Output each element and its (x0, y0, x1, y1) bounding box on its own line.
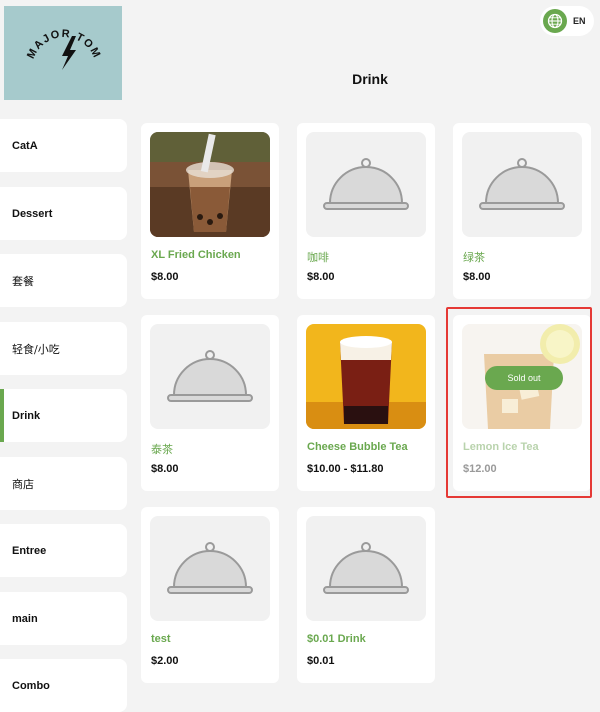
sidebar-item-label: main (12, 612, 38, 625)
logo-lightning-icon: MAJOR TOM (25, 28, 101, 70)
sidebar-item-label: Dessert (12, 207, 53, 220)
product-price: $8.00 (151, 271, 179, 283)
brand-logo: MAJOR TOM (4, 6, 122, 100)
product-name: 泰茶 (151, 443, 173, 456)
product-card[interactable]: 绿茶 $8.00 (453, 123, 591, 299)
product-name: test (151, 633, 171, 645)
product-image (150, 516, 270, 621)
sidebar-item-label: Drink (12, 409, 41, 422)
product-price: $8.00 (307, 271, 335, 283)
product-card[interactable]: test $2.00 (141, 507, 279, 683)
bubble-tea-photo-icon (150, 132, 270, 237)
product-image (306, 132, 426, 237)
product-card[interactable]: 咖啡 $8.00 (297, 123, 435, 299)
sidebar-item-drink[interactable]: Drink (0, 389, 127, 442)
page-title: Drink (352, 71, 388, 87)
language-label: EN (573, 16, 586, 26)
globe-icon (543, 9, 567, 33)
product-card-sold-out[interactable]: Sold out Lemon Ice Tea $12.00 (453, 315, 591, 491)
product-price: $8.00 (463, 271, 491, 283)
language-switch[interactable]: EN (540, 6, 594, 36)
sidebar-item-label: Combo (12, 679, 50, 692)
product-name: XL Fried Chicken (151, 249, 241, 261)
product-card[interactable]: 泰茶 $8.00 (141, 315, 279, 491)
sold-out-badge: Sold out (485, 366, 563, 390)
product-name: Lemon Ice Tea (463, 441, 539, 453)
sidebar-item-shop[interactable]: 商店 (0, 457, 127, 510)
sidebar-item-cata[interactable]: CatA (0, 119, 127, 172)
product-name: $0.01 Drink (307, 633, 366, 645)
sidebar-item-label: CatA (12, 139, 38, 152)
cloche-icon (323, 157, 409, 210)
product-image (462, 132, 582, 237)
cloche-icon (167, 349, 253, 402)
sidebar-item-main[interactable]: main (0, 592, 127, 645)
cloche-icon (323, 541, 409, 594)
sidebar-item-dessert[interactable]: Dessert (0, 187, 127, 240)
product-price: $10.00 - $11.80 (307, 463, 384, 475)
sidebar-item-label: 套餐 (12, 274, 34, 288)
cloche-icon (479, 157, 565, 210)
product-image (306, 324, 426, 429)
cloche-icon (167, 541, 253, 594)
product-price: $8.00 (151, 463, 179, 475)
product-image (150, 132, 270, 237)
product-card[interactable]: XL Fried Chicken $8.00 (141, 123, 279, 299)
product-name: 咖啡 (307, 251, 329, 264)
product-price: $2.00 (151, 655, 179, 667)
product-price: $12.00 (463, 463, 497, 475)
product-card[interactable]: $0.01 Drink $0.01 (297, 507, 435, 683)
product-image (306, 516, 426, 621)
sidebar-item-set-meal[interactable]: 套餐 (0, 254, 127, 307)
product-image (150, 324, 270, 429)
sidebar-item-label: 轻食/小吃 (12, 342, 60, 356)
product-name: Cheese Bubble Tea (307, 441, 408, 453)
product-price: $0.01 (307, 655, 335, 667)
product-card[interactable]: Cheese Bubble Tea $10.00 - $11.80 (297, 315, 435, 491)
sidebar-item-label: 商店 (12, 477, 34, 491)
cheese-tea-photo-icon (306, 324, 426, 429)
sidebar-item-combo[interactable]: Combo (0, 659, 127, 712)
sidebar-item-entree[interactable]: Entree (0, 524, 127, 577)
product-name: 绿茶 (463, 251, 485, 264)
sidebar-item-label: Entree (12, 544, 47, 557)
sidebar-item-snacks[interactable]: 轻食/小吃 (0, 322, 127, 375)
